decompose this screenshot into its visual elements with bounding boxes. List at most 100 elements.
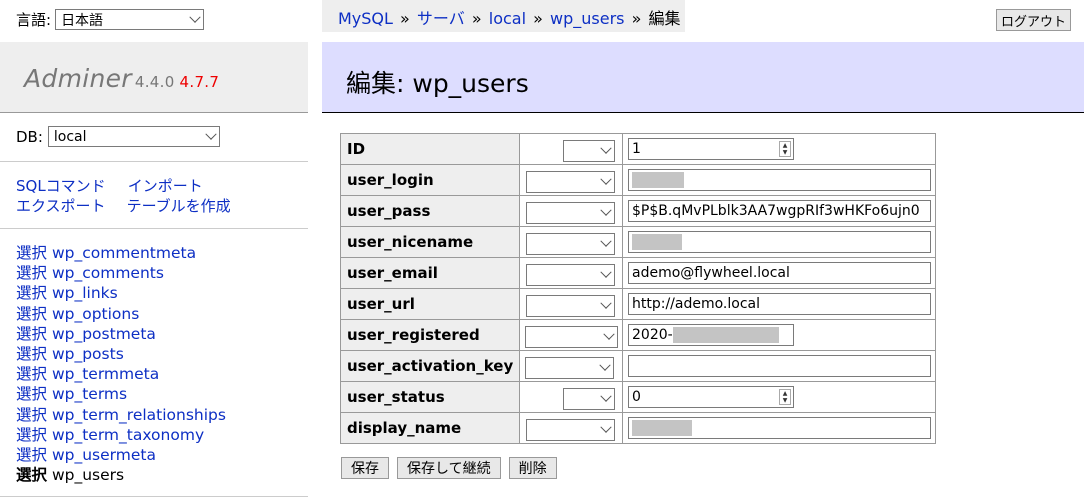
breadcrumb-mysql[interactable]: MySQL <box>338 9 393 28</box>
table-link[interactable]: wp_links <box>52 284 118 302</box>
function-cell <box>519 350 623 382</box>
create-table-link[interactable]: テーブルを作成 <box>127 197 231 215</box>
field-value: http://ademo.local <box>632 296 760 312</box>
table-link[interactable]: wp_termmeta <box>52 365 159 383</box>
table-link[interactable]: wp_options <box>52 305 139 323</box>
field-row: display_name <box>340 412 936 444</box>
breadcrumb-separator: » <box>471 9 482 28</box>
table-link[interactable]: wp_postmeta <box>52 325 156 343</box>
table-link[interactable]: wp_commentmeta <box>52 244 196 262</box>
delete-button[interactable]: 削除 <box>508 457 557 479</box>
field-row: user_registered 2020- <box>340 319 936 351</box>
field-name: ID <box>340 133 520 165</box>
function-select[interactable] <box>563 139 615 162</box>
breadcrumb-separator: » <box>400 9 410 28</box>
select-link[interactable]: 選択 <box>16 385 47 403</box>
select-link[interactable]: 選択 <box>16 466 47 484</box>
breadcrumb-separator: » <box>533 9 543 28</box>
value-cell: 1 ▲ ▼ <box>622 133 936 165</box>
value-cell <box>622 164 936 196</box>
db-select[interactable]: local <box>47 126 220 147</box>
new-version-link[interactable]: 4.7.7 <box>180 73 220 91</box>
function-select[interactable] <box>526 418 615 441</box>
select-link[interactable]: 選択 <box>16 284 47 302</box>
table-link[interactable]: wp_users <box>52 466 124 484</box>
breadcrumb-server[interactable]: サーバ <box>417 9 465 28</box>
field-input[interactable] <box>628 417 931 439</box>
select-link[interactable]: 選択 <box>16 446 47 464</box>
table-link[interactable]: wp_terms <box>52 385 127 403</box>
export-link[interactable]: エクスポート <box>16 197 106 215</box>
logout-button[interactable]: ログアウト <box>996 9 1071 31</box>
field-name: user_pass <box>340 195 520 227</box>
field-input[interactable]: 1 ▲ ▼ <box>628 138 794 160</box>
field-value: ademo@flywheel.local <box>632 265 790 281</box>
field-input[interactable]: http://ademo.local <box>628 293 931 315</box>
import-link[interactable]: インポート <box>128 177 203 195</box>
field-input[interactable]: 2020- <box>628 324 794 346</box>
spinner-icon[interactable]: ▲ ▼ <box>779 141 791 157</box>
select-link[interactable]: 選択 <box>16 406 47 424</box>
chevron-down-icon <box>600 142 612 154</box>
function-select[interactable] <box>526 201 615 224</box>
function-select[interactable] <box>563 387 615 410</box>
function-select[interactable] <box>526 294 615 317</box>
field-input[interactable]: 0 ▲ ▼ <box>628 386 794 408</box>
chevron-down-icon <box>603 328 615 340</box>
logo-text: Adminer <box>24 64 132 93</box>
table-link[interactable]: wp_term_relationships <box>52 406 226 424</box>
language-select[interactable]: 日本語 <box>55 9 205 30</box>
language-label: 言語: <box>16 11 52 29</box>
save-button[interactable]: 保存 <box>341 457 389 479</box>
select-link[interactable]: 選択 <box>16 244 47 262</box>
select-link[interactable]: 選択 <box>16 345 47 363</box>
field-input[interactable] <box>628 355 931 377</box>
table-list-item: 選択 wp_termmeta <box>16 364 226 384</box>
field-row: user_pass $P$B.qMvPLblk3AA7wgpRIf3wHKFo6u… <box>340 195 936 227</box>
table-link[interactable]: wp_comments <box>52 264 164 282</box>
value-cell: ademo@flywheel.local <box>622 257 936 289</box>
breadcrumb: MySQL » サーバ » local » wp_users » 編集 <box>322 0 685 32</box>
breadcrumb-table[interactable]: wp_users <box>550 9 624 28</box>
table-list-item: 選択 wp_terms <box>16 384 226 404</box>
select-link[interactable]: 選択 <box>16 365 47 383</box>
adminer-logo[interactable]: Adminer 4.4.0 4.7.7 <box>24 64 219 93</box>
table-link[interactable]: wp_posts <box>52 345 124 363</box>
redacted-value <box>672 327 779 343</box>
action-links: SQLコマンド インポート エクスポート テーブルを作成 <box>16 176 253 216</box>
table-link[interactable]: wp_term_taxonomy <box>52 426 204 444</box>
field-input[interactable] <box>628 231 931 253</box>
table-list-item: 選択 wp_options <box>16 304 226 324</box>
field-input[interactable]: ademo@flywheel.local <box>628 262 931 284</box>
save-continue-button[interactable]: 保存して継続 <box>397 457 501 479</box>
function-select[interactable] <box>526 263 615 286</box>
select-link[interactable]: 選択 <box>16 426 47 444</box>
spinner-icon[interactable]: ▲ ▼ <box>779 389 791 405</box>
chevron-down-icon <box>600 297 612 309</box>
language-select-value: 日本語 <box>61 12 104 29</box>
field-input[interactable] <box>628 169 931 191</box>
divider <box>0 228 308 229</box>
field-input[interactable]: $P$B.qMvPLblk3AA7wgpRIf3wHKFo6ujn0 <box>628 200 931 222</box>
function-select[interactable] <box>525 356 614 379</box>
function-select[interactable] <box>526 170 615 193</box>
select-link[interactable]: 選択 <box>16 264 47 282</box>
field-value: 1 <box>632 141 641 157</box>
value-cell: 2020- <box>622 319 936 351</box>
function-select[interactable] <box>526 232 615 255</box>
field-value: 0 <box>632 389 641 405</box>
table-link[interactable]: wp_usermeta <box>52 446 156 464</box>
breadcrumb-db[interactable]: local <box>489 9 526 28</box>
field-name: user_email <box>340 257 520 289</box>
field-row: user_activation_key <box>340 350 936 382</box>
table-list-item: 選択 wp_term_taxonomy <box>16 425 226 445</box>
field-name: user_login <box>340 164 520 196</box>
select-link[interactable]: 選択 <box>16 325 47 343</box>
breadcrumb-separator: » <box>631 9 642 28</box>
function-cell <box>519 288 623 320</box>
chevron-down-icon <box>600 421 612 433</box>
function-select[interactable] <box>525 325 618 348</box>
table-list-item: 選択 wp_links <box>16 283 226 303</box>
sql-command-link[interactable]: SQLコマンド <box>16 177 106 195</box>
select-link[interactable]: 選択 <box>16 305 47 323</box>
